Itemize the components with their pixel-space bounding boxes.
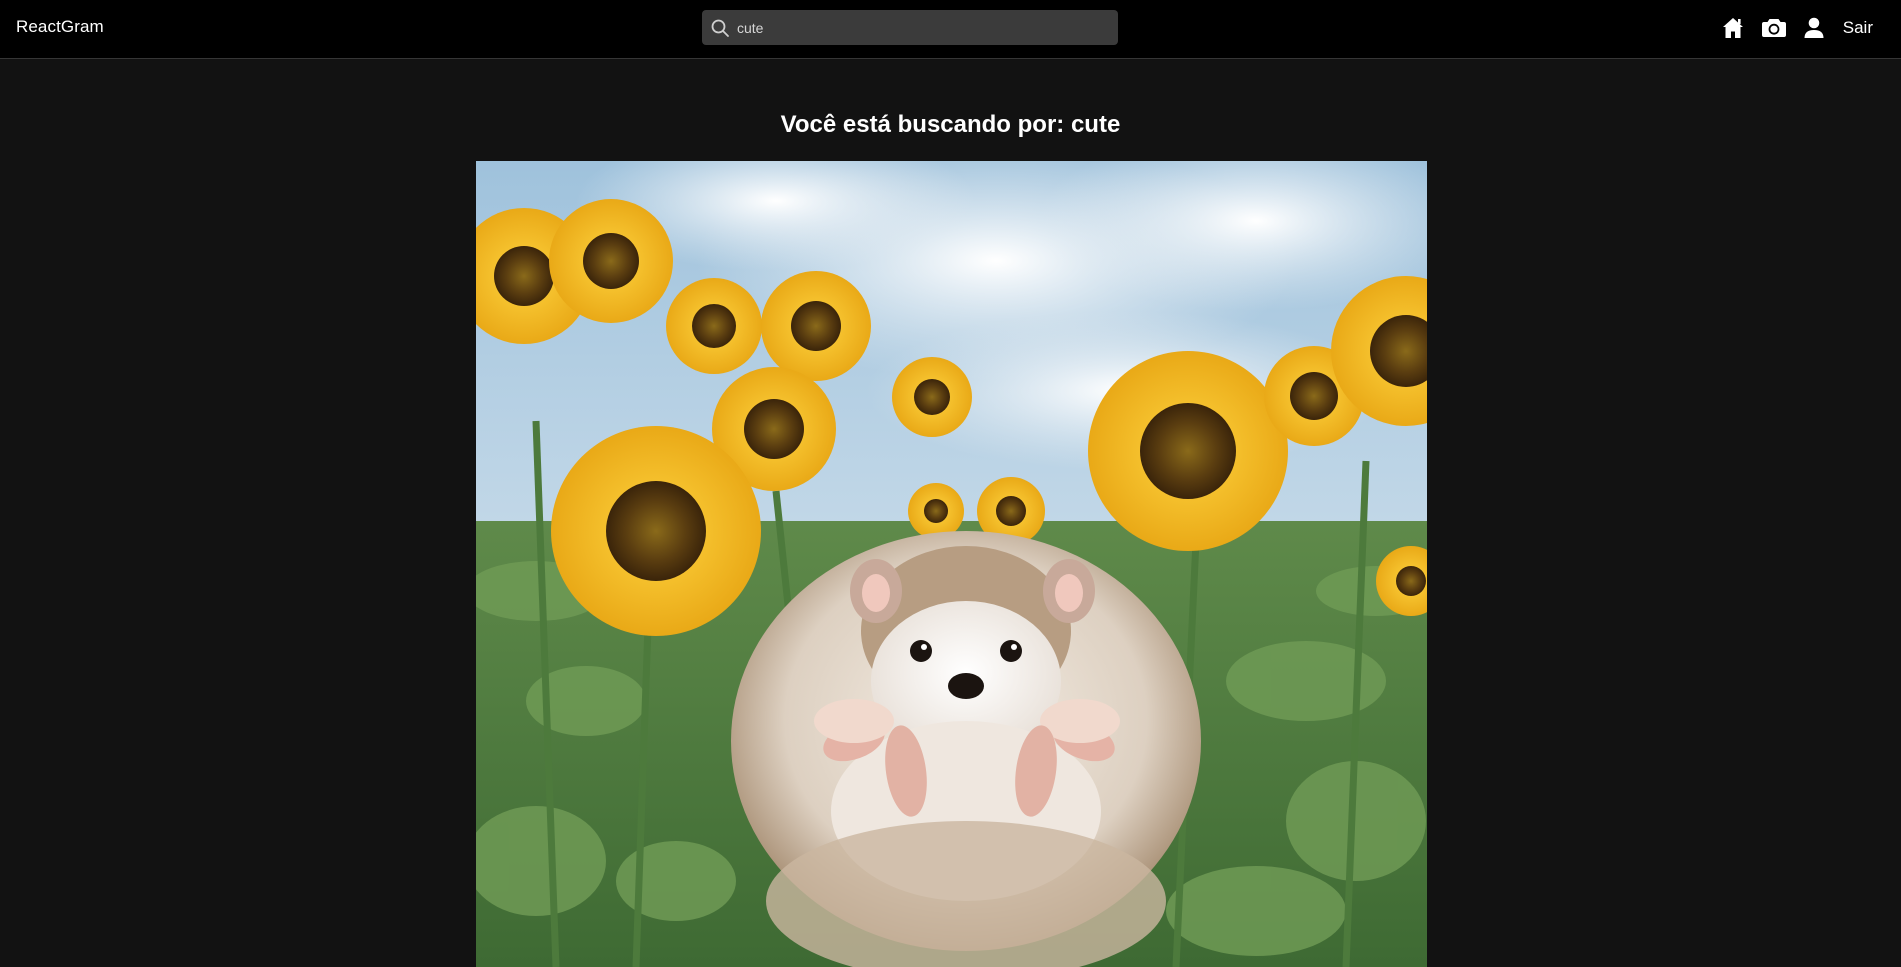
brand-logo-link[interactable]: ReactGram [16,17,104,37]
person-icon [1804,17,1824,38]
hedgehog-sunflower-photo [476,161,1427,967]
home-icon [1722,18,1743,38]
camera-icon [1761,19,1786,37]
new-photo-link[interactable] [1761,16,1787,40]
search-icon [710,18,730,38]
logout-button[interactable]: Sair [1843,18,1873,38]
nav-links: Sair [1705,14,1873,42]
search-form[interactable] [702,10,1118,45]
navbar: ReactGram cute Sair [0,0,1901,59]
search-input[interactable] [735,10,1105,45]
home-link[interactable] [1721,16,1745,40]
photo-item[interactable] [476,161,1427,967]
profile-link[interactable] [1803,16,1825,40]
search-results-title: Você está buscando por: cute [780,111,1121,138]
